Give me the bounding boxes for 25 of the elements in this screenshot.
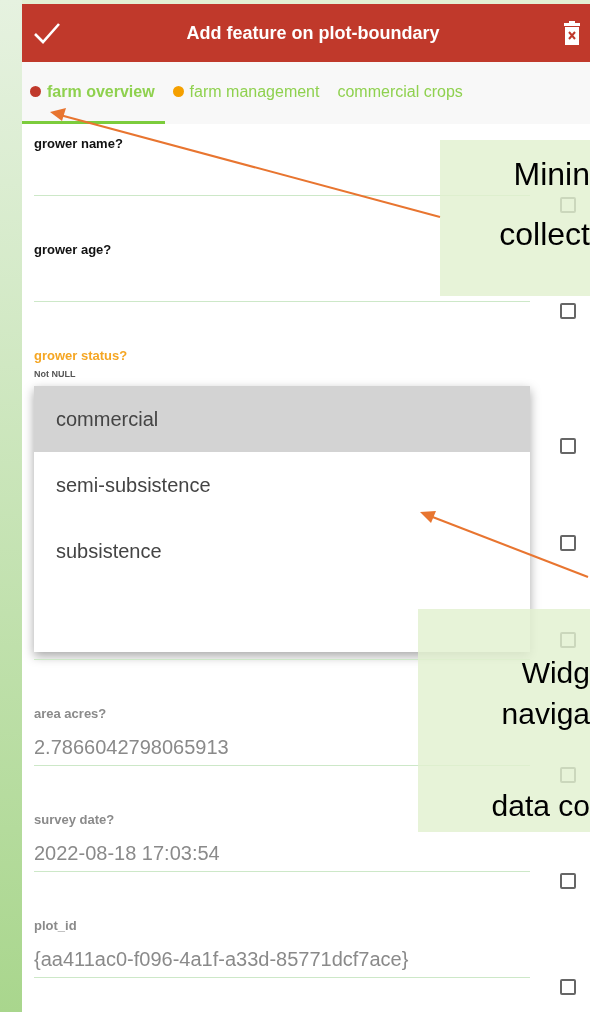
checkbox[interactable] bbox=[560, 535, 576, 551]
field-label: plot_id bbox=[34, 918, 78, 934]
trash-icon bbox=[564, 21, 580, 46]
callout-text: Minin bbox=[513, 155, 590, 194]
field-hint: Not NULL bbox=[34, 368, 77, 380]
field-label: grower age? bbox=[34, 242, 113, 258]
input-field[interactable]: {aa411ac0-f096-4a1f-a33d-85771dcf7ace} bbox=[34, 934, 530, 978]
confirm-button[interactable] bbox=[32, 21, 62, 46]
dropdown-option[interactable]: semi-subsistence bbox=[34, 452, 530, 518]
callout-text: collect bbox=[499, 215, 590, 254]
checkbox[interactable] bbox=[560, 438, 576, 455]
checkbox[interactable] bbox=[560, 303, 576, 319]
tab[interactable]: commercial crops bbox=[329, 62, 473, 124]
checkbox[interactable] bbox=[560, 979, 576, 995]
callout-text: Widg bbox=[521, 655, 590, 691]
callout-text: data co bbox=[491, 788, 590, 824]
field-label: grower status? bbox=[34, 348, 129, 364]
dropdown-option[interactable]: subsistence bbox=[34, 518, 530, 584]
field-label: grower name? bbox=[34, 136, 124, 152]
check-icon bbox=[32, 21, 62, 46]
tab[interactable]: farm management bbox=[164, 62, 330, 124]
checkbox[interactable] bbox=[560, 873, 576, 889]
dropdown-option[interactable]: commercial bbox=[34, 386, 530, 452]
window-title: Add feature on plot-boundary bbox=[185, 22, 441, 44]
field-label: survey date? bbox=[34, 812, 116, 828]
